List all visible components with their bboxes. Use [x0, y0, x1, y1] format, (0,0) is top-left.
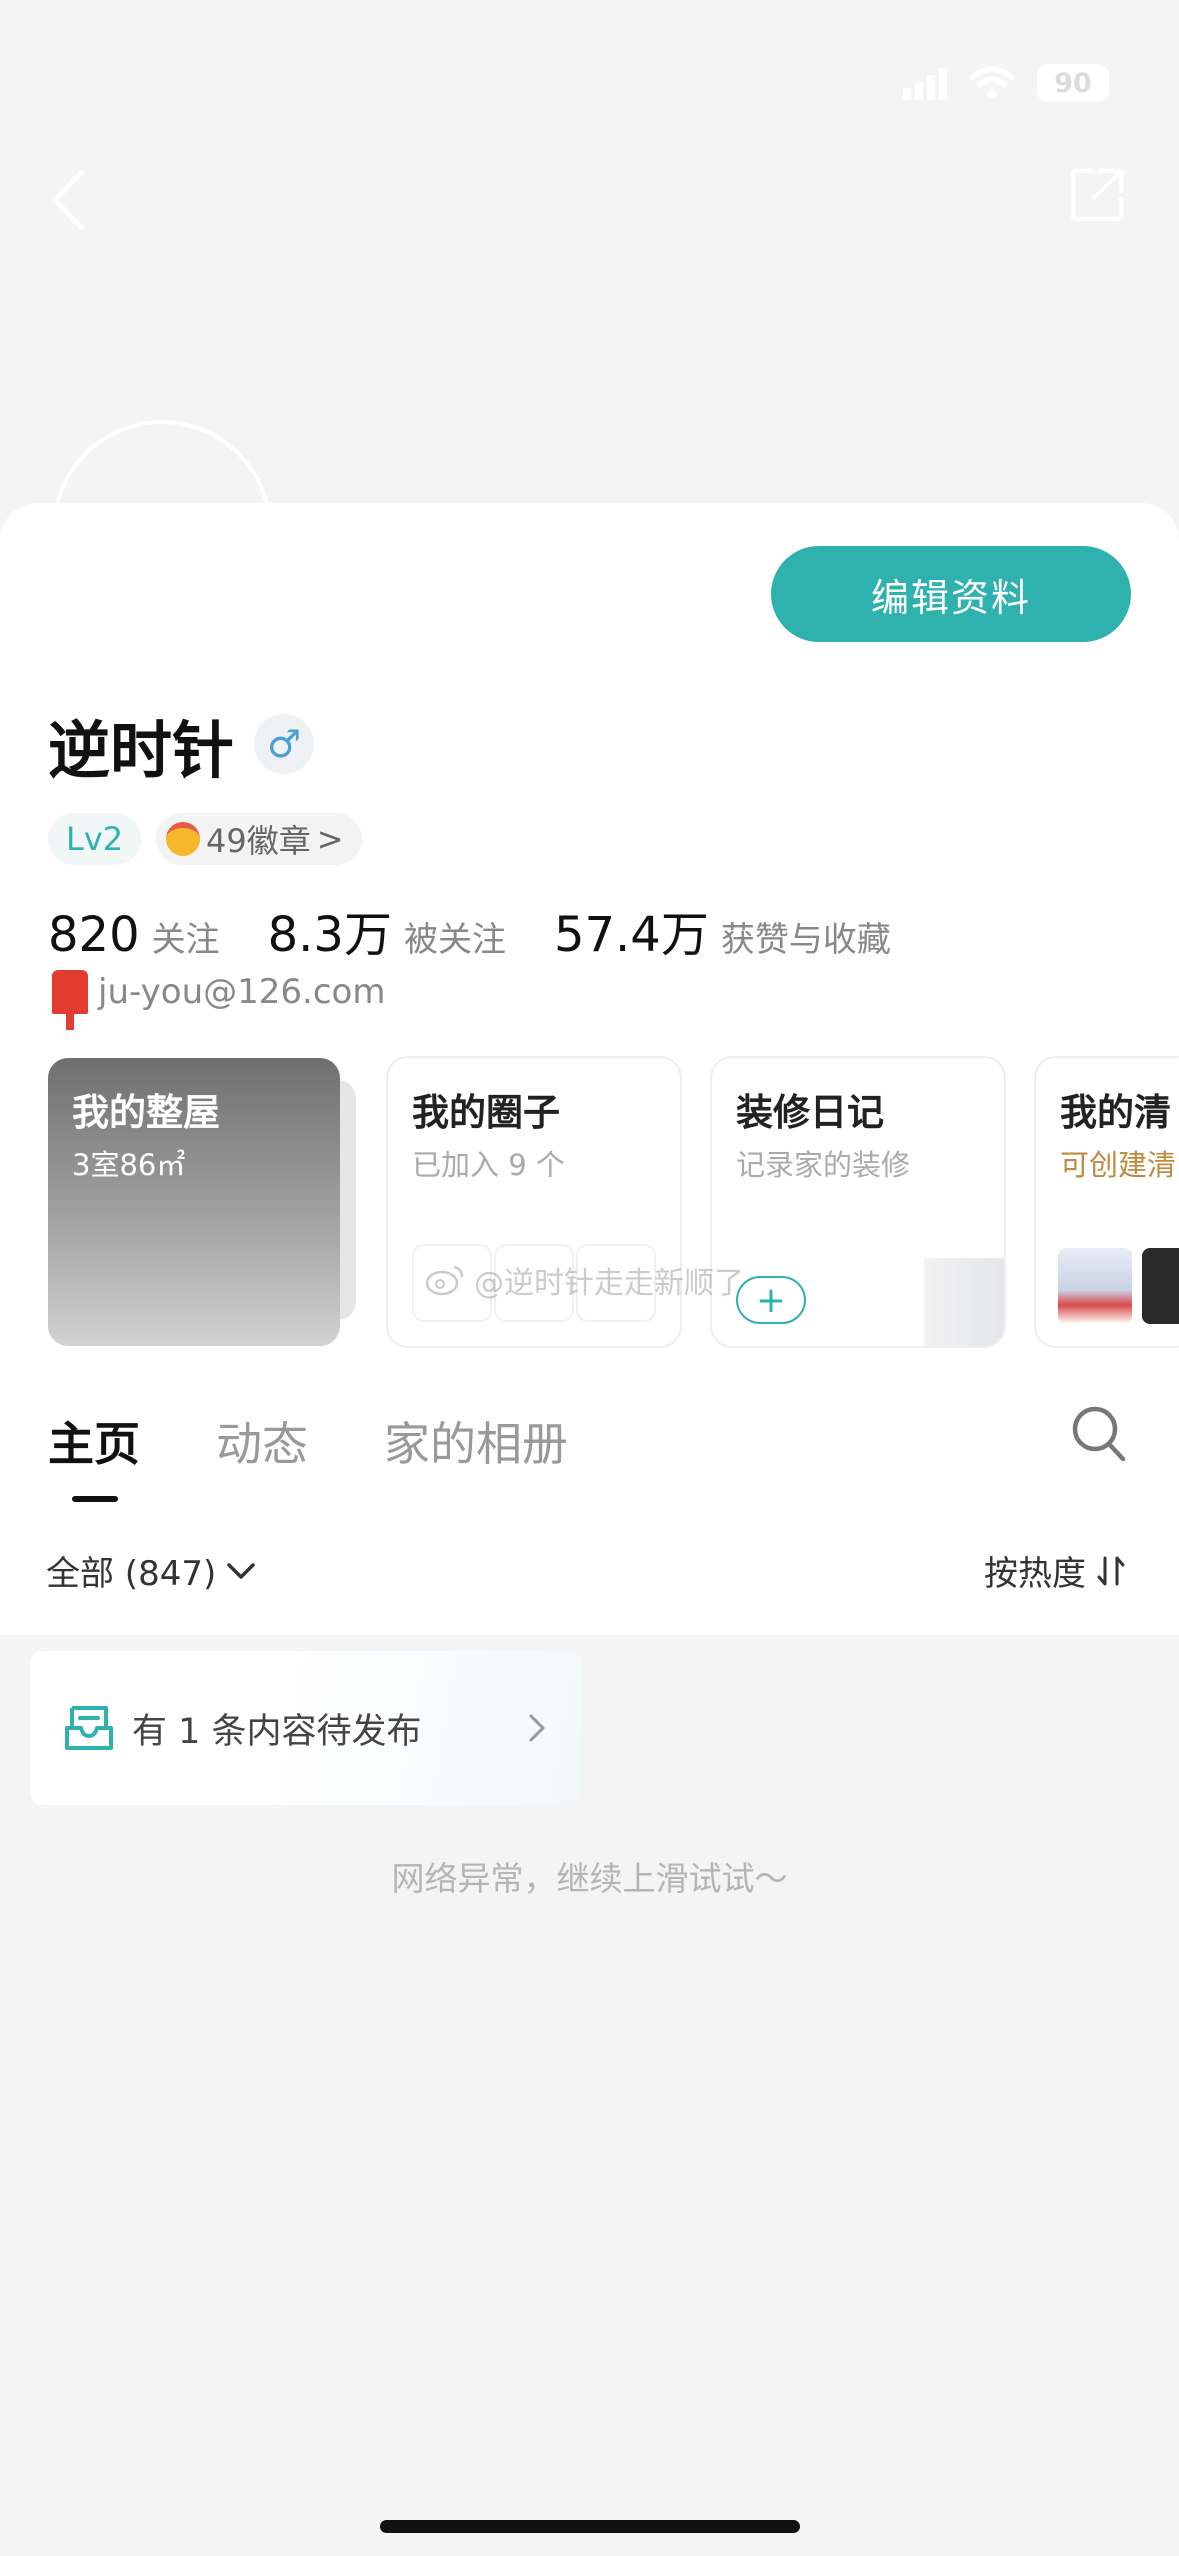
- filter-dropdown[interactable]: 全部 (847): [46, 1546, 256, 1595]
- tile-title: 我的整屋: [72, 1091, 220, 1134]
- tile-my-circles[interactable]: 我的圈子 已加入 9 个: [388, 1058, 680, 1346]
- chevron-right-icon: >: [316, 820, 344, 858]
- tile-subtitle: 记录家的装修: [736, 1148, 911, 1182]
- tile-title: 装修日记: [736, 1091, 884, 1134]
- tile-my-home[interactable]: 我的整屋 3室86㎡: [48, 1058, 340, 1346]
- back-icon[interactable]: [45, 165, 105, 235]
- filter-label: 全部 (847): [46, 1554, 217, 1594]
- gender-male-icon: ♂: [254, 714, 314, 774]
- watermark: @逆时针走走新顺了: [424, 1258, 744, 1302]
- likes-label[interactable]: 获赞与收藏: [721, 912, 891, 961]
- tab-indicator: [72, 1496, 118, 1502]
- tile-subtitle: 3室86㎡: [72, 1148, 186, 1182]
- tile-renovation-diary[interactable]: 装修日记 记录家的装修 +: [712, 1058, 1004, 1346]
- share-icon[interactable]: [1067, 165, 1127, 225]
- following-count[interactable]: 820: [48, 907, 140, 963]
- drafts-inbox-icon: [65, 1706, 113, 1750]
- following-label[interactable]: 关注: [152, 912, 220, 961]
- weibo-icon: [425, 1265, 464, 1296]
- wifi-icon: [969, 66, 1015, 99]
- diary-thumb-image: [924, 1258, 1004, 1346]
- tile-subtitle: 已加入 9 个: [412, 1148, 565, 1182]
- likes-count[interactable]: 57.4万: [554, 895, 709, 965]
- email-row: ju-you@126.com: [52, 970, 386, 1030]
- tile-title: 我的清: [1060, 1091, 1171, 1134]
- product-thumb: [1058, 1248, 1132, 1324]
- badges-chip[interactable]: 49徽章 >: [156, 813, 362, 865]
- stats-row: 820 关注 8.3万 被关注 57.4万 获赞与收藏: [48, 895, 939, 965]
- sort-button[interactable]: 按热度: [984, 1546, 1126, 1595]
- signal-icon: [903, 66, 947, 100]
- followers-label[interactable]: 被关注: [404, 912, 506, 961]
- chevron-right-icon: [529, 1714, 545, 1742]
- product-thumb: [1142, 1248, 1179, 1324]
- tab-activity[interactable]: 动态: [216, 1408, 308, 1474]
- sort-label: 按热度: [984, 1554, 1086, 1594]
- sort-icon: [1097, 1556, 1125, 1585]
- tile-my-list[interactable]: 我的清 可创建清: [1036, 1058, 1179, 1346]
- chevron-down-icon: [227, 1562, 255, 1579]
- home-indicator[interactable]: [380, 2520, 800, 2533]
- add-diary-button[interactable]: +: [736, 1276, 806, 1324]
- mailbox-icon: [52, 970, 88, 1030]
- email-text: ju-you@126.com: [98, 972, 386, 1012]
- tab-home[interactable]: 主页: [48, 1408, 140, 1474]
- pending-post-banner[interactable]: 有 1 条内容待发布: [30, 1651, 582, 1805]
- network-error-text: 网络异常，继续上滑试试～: [391, 1859, 788, 1898]
- followers-count[interactable]: 8.3万: [268, 895, 392, 965]
- medal-icon: [166, 822, 200, 856]
- tile-subtitle: 可创建清: [1060, 1148, 1177, 1182]
- status-bar: 90: [903, 64, 1109, 102]
- search-icon[interactable]: [1070, 1404, 1128, 1464]
- edit-profile-button[interactable]: 编辑资料: [771, 546, 1131, 642]
- watermark-text: @逆时针走走新顺了: [474, 1266, 744, 1301]
- tab-album[interactable]: 家的相册: [384, 1408, 568, 1474]
- user-name: 逆时针: [48, 714, 235, 787]
- pending-text: 有 1 条内容待发布: [132, 1711, 422, 1752]
- battery-indicator: 90: [1037, 64, 1109, 102]
- level-badge[interactable]: Lv2: [48, 813, 142, 865]
- tile-title: 我的圈子: [412, 1091, 560, 1134]
- badges-label: 49徽章: [206, 822, 311, 860]
